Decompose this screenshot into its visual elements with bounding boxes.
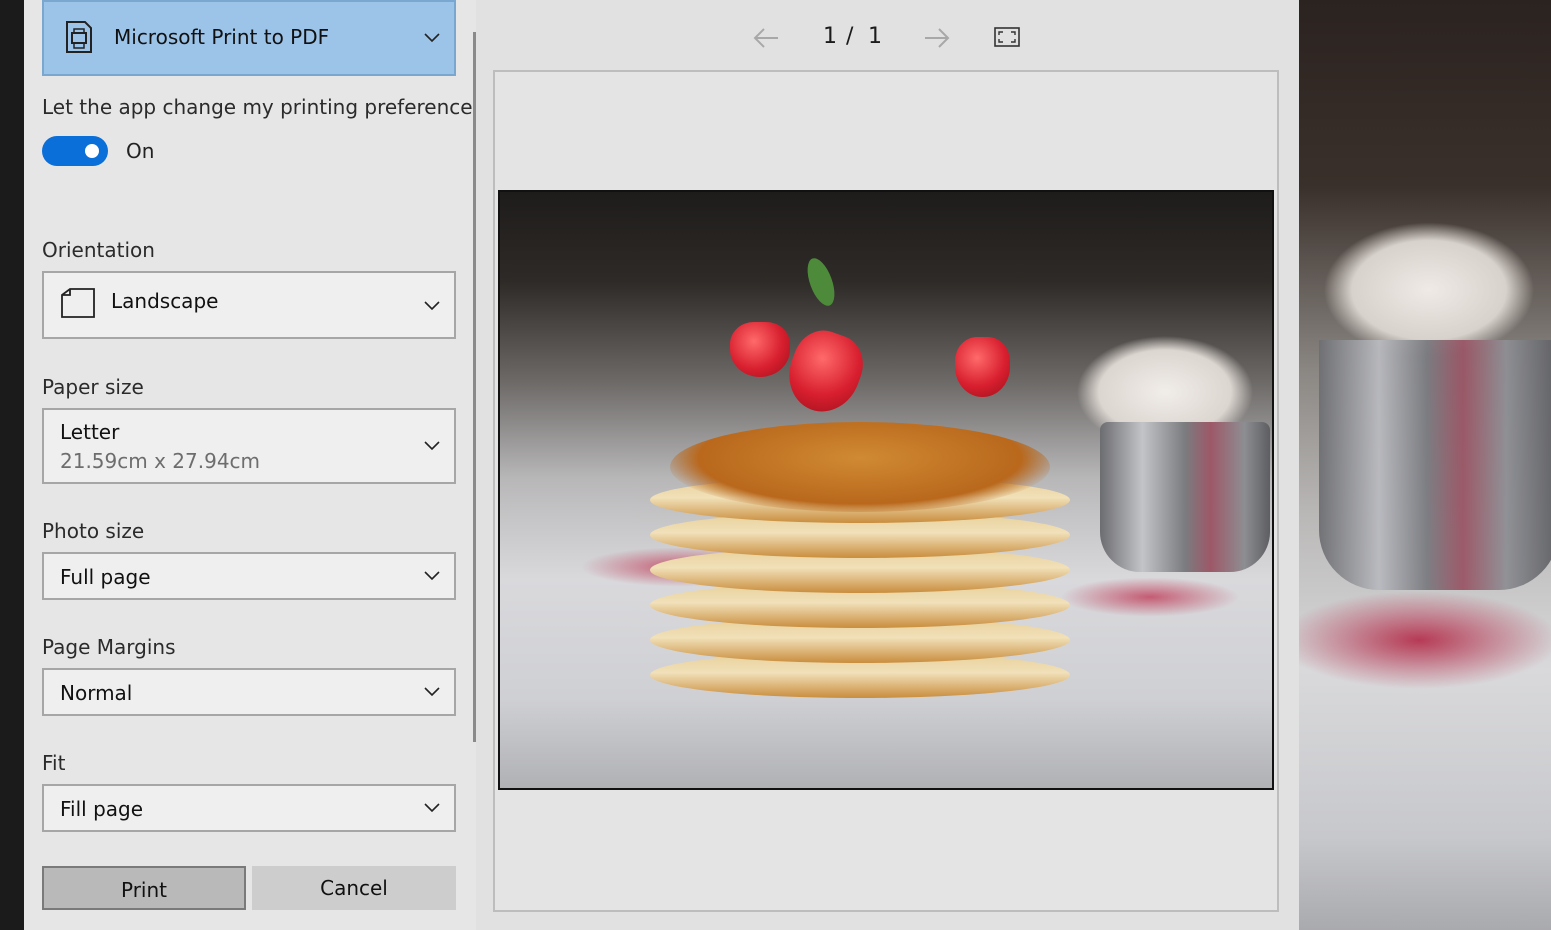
chevron-down-icon (424, 301, 440, 311)
toggle-knob (85, 144, 99, 158)
print-button[interactable]: Print (42, 866, 246, 910)
preferences-toggle[interactable] (42, 136, 108, 166)
left-edge (0, 0, 24, 930)
pancake-stack (650, 382, 1070, 702)
photo-size-select[interactable]: Full page (42, 552, 456, 600)
mint-leaf (802, 254, 840, 310)
orientation-value: Landscape (111, 289, 219, 313)
printer-select[interactable]: Microsoft Print to PDF (42, 0, 456, 76)
toggle-state-label: On (126, 139, 155, 163)
paper-size-detail: 21.59cm x 27.94cm (60, 449, 261, 473)
strawberry (955, 337, 1010, 397)
printer-icon (66, 21, 92, 53)
background-photo (1299, 0, 1551, 930)
page-margins-select[interactable]: Normal (42, 668, 456, 716)
total-pages: 1 (868, 24, 882, 49)
photo-size-value: Full page (60, 565, 151, 589)
preview-photo (498, 190, 1274, 790)
previous-page-arrow-icon[interactable] (752, 26, 780, 50)
cancel-button[interactable]: Cancel (252, 866, 456, 910)
sauce-smear (1060, 577, 1240, 617)
paper-size-select[interactable]: Letter 21.59cm x 27.94cm (42, 408, 456, 484)
orientation-label: Orientation (42, 238, 155, 262)
current-page: 1 (823, 24, 837, 49)
photo-size-label: Photo size (42, 519, 145, 543)
chevron-down-icon (424, 803, 440, 813)
orientation-select[interactable]: Landscape (42, 271, 456, 339)
chevron-down-icon (424, 687, 440, 697)
next-page-arrow-icon[interactable] (923, 26, 951, 50)
printer-name: Microsoft Print to PDF (114, 25, 330, 49)
paper-size-value: Letter (60, 420, 120, 444)
fit-label: Fit (42, 751, 66, 775)
paper-size-label: Paper size (42, 375, 144, 399)
chevron-down-icon (424, 33, 440, 43)
cream-cup (1100, 422, 1270, 572)
chevron-down-icon (424, 571, 440, 581)
strawberry (730, 322, 790, 377)
fit-select[interactable]: Fill page (42, 784, 456, 832)
fullscreen-icon[interactable] (994, 27, 1020, 47)
page-margins-value: Normal (60, 681, 133, 705)
caramel-topping (670, 422, 1050, 512)
fit-value: Fill page (60, 797, 144, 821)
background-cup (1319, 340, 1551, 590)
page-margins-label: Page Margins (42, 635, 176, 659)
chevron-down-icon (424, 441, 440, 451)
landscape-page-icon (61, 288, 95, 318)
preferences-label: Let the app change my printing preferenc… (42, 95, 484, 119)
page-separator: / (846, 24, 854, 49)
